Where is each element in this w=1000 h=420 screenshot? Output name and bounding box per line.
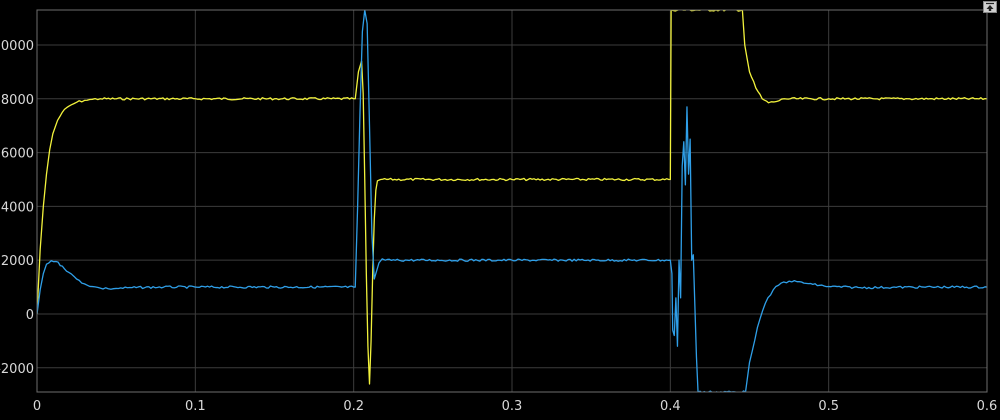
x-tick-label: 0.6 [977, 399, 998, 414]
x-tick-label: 0.3 [502, 399, 523, 414]
y-tick-label: 10000 [0, 39, 34, 54]
y-tick-label: 6000 [1, 147, 34, 162]
x-tick-label: 0.2 [343, 399, 364, 414]
x-tick-label: 0.4 [660, 399, 681, 414]
grid-lines [37, 10, 987, 392]
expand-button[interactable] [983, 1, 997, 13]
y-tick-label: 0 [26, 308, 34, 323]
expand-icon [986, 2, 994, 11]
y-tick-label: -2000 [0, 362, 34, 377]
x-tick-label: 0.1 [185, 399, 206, 414]
scope-chart: 0 0.1 0.2 0.3 0.4 0.5 0.6 -2000 0 2000 4000 6000 800… [0, 9, 997, 414]
y-tick-label: 4000 [1, 200, 34, 215]
y-tick-label: 8000 [1, 93, 34, 108]
tick-labels: 0 0.1 0.2 0.3 0.4 0.5 0.6 -2000 0 2000 4000 6000 800… [0, 39, 997, 414]
x-tick-label: 0 [33, 399, 41, 414]
y-tick-label: 2000 [1, 254, 34, 269]
x-tick-label: 0.5 [818, 399, 839, 414]
